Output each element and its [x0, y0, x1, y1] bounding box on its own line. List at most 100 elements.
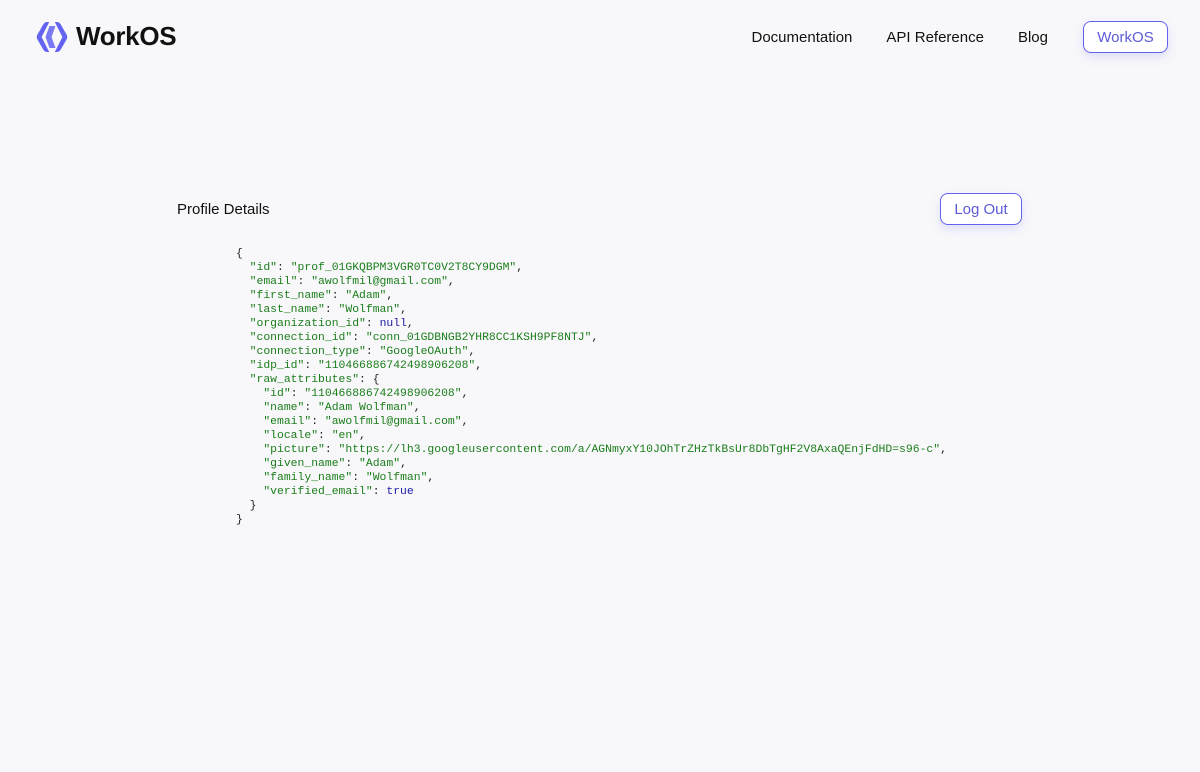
- json-line: "connection_id": "conn_01GDBNGB2YHR8CC1K…: [236, 331, 947, 345]
- log-out-button[interactable]: Log Out: [940, 193, 1022, 225]
- page-title: Profile Details: [177, 201, 270, 218]
- json-key: "idp_id": [249, 360, 305, 372]
- json-key: "first_name": [249, 290, 332, 302]
- json-punct: ,: [386, 290, 394, 302]
- json-line: "locale": "en",: [236, 429, 947, 443]
- json-string: "prof_01GKQBPM3VGR0TC0V2T8CY9DGM": [290, 262, 517, 274]
- json-punct: :: [304, 360, 319, 372]
- json-key: "given_name": [263, 458, 346, 470]
- json-key: "connection_type": [249, 346, 366, 358]
- json-string: "Wolfman": [338, 304, 401, 316]
- json-keyword: null: [379, 318, 407, 330]
- json-string: "GoogleOAuth": [379, 346, 469, 358]
- json-punct: }: [236, 514, 243, 526]
- json-punct: ,: [413, 402, 421, 414]
- json-string: "Adam": [345, 290, 387, 302]
- json-punct: : {: [359, 374, 380, 386]
- json-key: "id": [263, 388, 291, 400]
- json-punct: :: [324, 444, 339, 456]
- json-string: "awolfmil@gmail.com": [324, 416, 462, 428]
- json-punct: :: [324, 304, 339, 316]
- json-punct: }: [249, 500, 257, 512]
- json-line: "email": "awolfmil@gmail.com",: [236, 275, 947, 289]
- json-string: "awolfmil@gmail.com": [311, 276, 448, 288]
- json-punct: :: [297, 276, 312, 288]
- json-punct: :: [372, 486, 387, 498]
- json-punct: ,: [406, 318, 414, 330]
- json-key: "email": [263, 416, 312, 428]
- json-punct: :: [311, 416, 325, 428]
- json-punct: :: [290, 388, 305, 400]
- json-punct: ,: [427, 472, 435, 484]
- json-key: "name": [263, 402, 305, 414]
- site-header: WorkOS Documentation API Reference Blog …: [0, 0, 1200, 74]
- nav-link-documentation[interactable]: Documentation: [752, 29, 853, 46]
- json-punct: ,: [461, 388, 469, 400]
- profile-header: Profile Details Log Out: [177, 193, 1022, 225]
- top-nav: Documentation API Reference Blog WorkOS: [752, 21, 1168, 53]
- json-punct: ,: [447, 276, 455, 288]
- json-key: "verified_email": [263, 486, 373, 498]
- json-punct: :: [352, 332, 366, 344]
- profile-json: { "id": "prof_01GKQBPM3VGR0TC0V2T8CY9DGM…: [236, 247, 947, 527]
- json-line: "picture": "https://lh3.googleuserconten…: [236, 443, 947, 457]
- json-key: "id": [249, 262, 278, 274]
- json-line: "id": "110466886742498906208",: [236, 387, 947, 401]
- json-key: "picture": [263, 444, 325, 456]
- json-punct: :: [277, 262, 291, 274]
- json-string: "Adam Wolfman": [318, 402, 414, 414]
- json-line: "connection_type": "GoogleOAuth",: [236, 345, 947, 359]
- json-punct: :: [331, 290, 346, 302]
- json-string: "Adam": [359, 458, 401, 470]
- json-punct: ,: [359, 430, 366, 442]
- json-punct: ,: [516, 262, 524, 274]
- json-line: "given_name": "Adam",: [236, 457, 947, 471]
- json-key: "email": [249, 276, 298, 288]
- json-line: }: [236, 499, 947, 513]
- json-line: "last_name": "Wolfman",: [236, 303, 947, 317]
- nav-link-api-reference[interactable]: API Reference: [886, 29, 984, 46]
- json-line: "id": "prof_01GKQBPM3VGR0TC0V2T8CY9DGM",: [236, 261, 947, 275]
- json-punct: ,: [475, 360, 483, 372]
- json-key: "last_name": [249, 304, 325, 316]
- json-line: "first_name": "Adam",: [236, 289, 947, 303]
- json-punct: :: [318, 430, 332, 442]
- json-line: "name": "Adam Wolfman",: [236, 401, 947, 415]
- json-line: "verified_email": true: [236, 485, 947, 499]
- json-keyword: true: [386, 486, 414, 498]
- json-line: "organization_id": null,: [236, 317, 947, 331]
- json-line: "raw_attributes": {: [236, 373, 947, 387]
- json-punct: {: [236, 248, 243, 260]
- nav-link-blog[interactable]: Blog: [1018, 29, 1048, 46]
- json-punct: ,: [400, 304, 407, 316]
- workos-logo[interactable]: WorkOS: [36, 21, 177, 52]
- json-key: "locale": [263, 430, 319, 442]
- json-key: "connection_id": [249, 332, 353, 344]
- json-punct: ,: [461, 416, 469, 428]
- json-punct: :: [345, 458, 360, 470]
- json-line: "email": "awolfmil@gmail.com",: [236, 415, 947, 429]
- json-key: "raw_attributes": [249, 374, 360, 386]
- json-string: "en": [331, 430, 360, 442]
- json-punct: ,: [400, 458, 407, 470]
- json-punct: ,: [591, 332, 599, 344]
- workos-logo-icon: [36, 21, 68, 52]
- json-string: "110466886742498906208": [304, 388, 462, 400]
- json-key: "family_name": [263, 472, 353, 484]
- json-punct: :: [304, 402, 319, 414]
- json-line: "family_name": "Wolfman",: [236, 471, 947, 485]
- json-line: {: [236, 247, 947, 261]
- workos-button[interactable]: WorkOS: [1083, 21, 1168, 53]
- json-key: "organization_id": [249, 318, 366, 330]
- json-string: "https://lh3.googleusercontent.com/a/AGN…: [338, 444, 941, 456]
- logo-text: WorkOS: [76, 21, 177, 51]
- json-punct: :: [365, 346, 380, 358]
- json-string: "Wolfman": [365, 472, 428, 484]
- json-punct: ,: [940, 444, 947, 456]
- json-line: }: [236, 513, 947, 527]
- json-string: "110466886742498906208": [318, 360, 476, 372]
- json-punct: ,: [468, 346, 476, 358]
- json-punct: :: [365, 318, 380, 330]
- json-line: "idp_id": "110466886742498906208",: [236, 359, 947, 373]
- json-string: "conn_01GDBNGB2YHR8CC1KSH9PF8NTJ": [365, 332, 592, 344]
